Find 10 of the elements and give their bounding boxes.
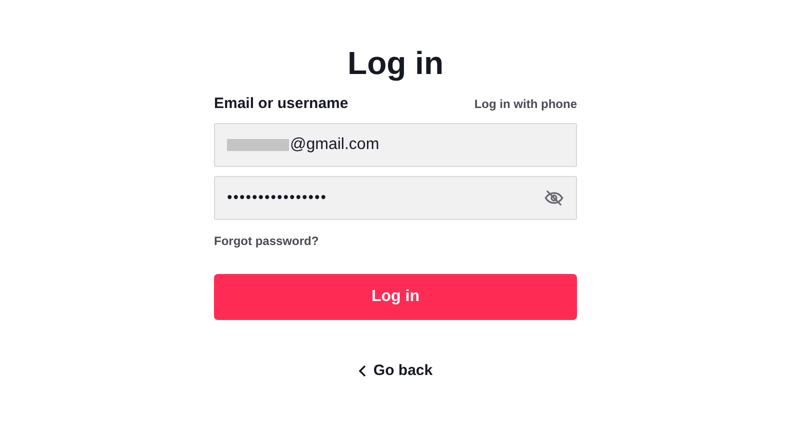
page-title: Log in — [348, 44, 444, 82]
eye-off-icon[interactable] — [544, 188, 564, 208]
email-field[interactable]: @gmail.com — [214, 123, 577, 167]
go-back-link[interactable]: Go back — [358, 360, 433, 382]
field-label: Email or username — [214, 94, 348, 114]
forgot-password-link[interactable]: Forgot password? — [214, 232, 319, 250]
phone-login-link[interactable]: Log in with phone — [474, 95, 577, 113]
login-button[interactable]: Log in — [214, 274, 577, 320]
chevron-left-icon — [358, 365, 368, 378]
password-field[interactable]: •••••••••••••••• — [214, 176, 577, 220]
